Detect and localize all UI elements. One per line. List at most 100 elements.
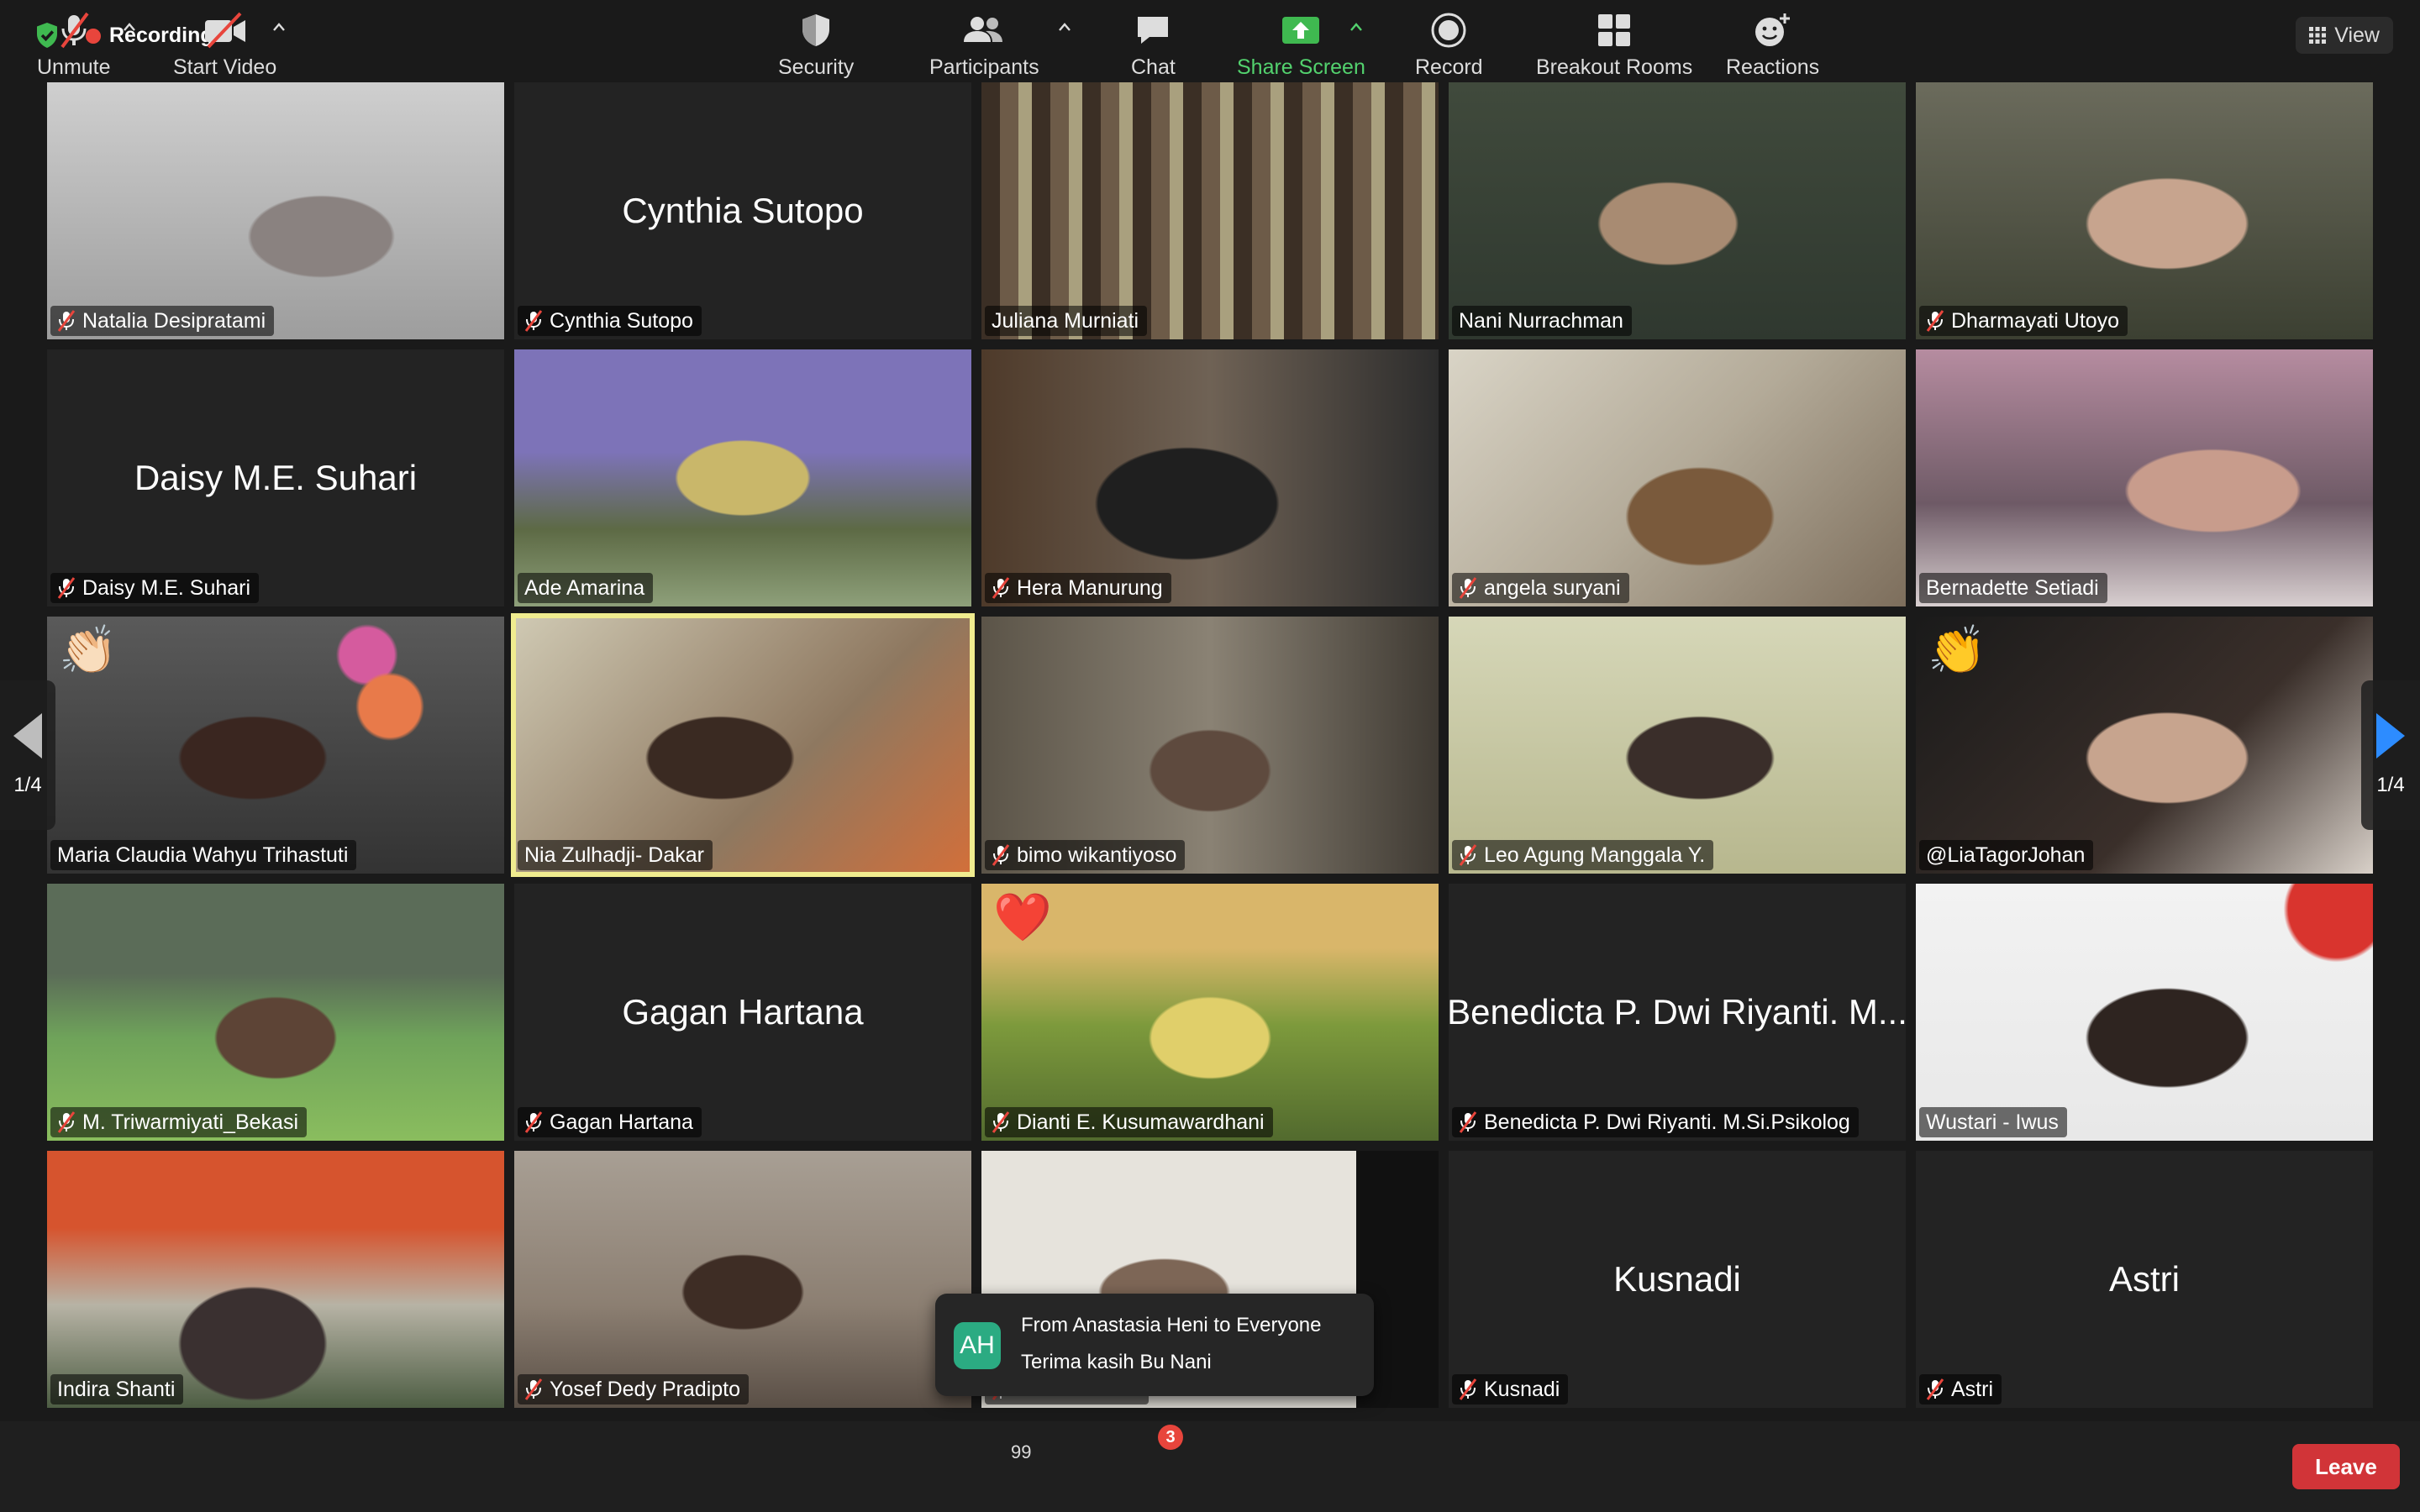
participant-tile[interactable]: angela suryani [1449,349,1906,606]
participant-tile[interactable]: Astri Astri [1916,1151,2373,1408]
video-feed [514,617,971,874]
record-icon [1431,13,1466,48]
video-feed [1449,349,1906,606]
breakout-rooms-label: Breakout Rooms [1536,55,1693,79]
microphone-muted-icon [992,844,1010,866]
participants-button[interactable]: Participants [929,12,1039,80]
participant-tile[interactable]: Gagan Hartana Gagan Hartana [514,884,971,1141]
participant-name-label: M. Triwarmiyati_Bekasi [50,1107,307,1137]
video-feed [1916,82,2373,339]
chat-notification[interactable]: AH From Anastasia Heni to Everyone Terim… [935,1294,1374,1396]
share-screen-button[interactable]: Share Screen [1237,12,1365,80]
participant-tile[interactable]: Cynthia Sutopo Cynthia Sutopo [514,82,971,339]
video-feed [47,82,504,339]
participant-name: Gagan Hartana [550,1110,693,1134]
participant-name-label: Natalia Desipratami [50,306,275,336]
microphone-muted-icon [1926,1378,1944,1400]
participant-name-large: Daisy M.E. Suhari [134,458,418,497]
reaction-emoji: ❤️ [993,890,1052,943]
breakout-rooms-button[interactable]: Breakout Rooms [1536,12,1692,80]
participant-name: Nia Zulhadji- Dakar [524,843,704,867]
participant-name-label: Bernadette Setiadi [1919,573,2107,603]
participant-tile[interactable]: Wustari - Iwus [1916,884,2373,1141]
participant-name: Indira Shanti [57,1377,176,1401]
chevron-up-icon[interactable] [1058,22,1071,32]
participant-name-label: Kusnadi [1452,1374,1569,1404]
participant-tile[interactable]: Leo Agung Manggala Y. [1449,617,1906,874]
microphone-muted-icon [1459,1111,1477,1133]
participant-name: Cynthia Sutopo [550,308,693,333]
chevron-up-icon[interactable] [123,22,136,32]
chat-icon [1138,17,1169,44]
participant-tile[interactable]: Dharmayati Utoyo [1916,82,2373,339]
view-label: View [2334,23,2380,47]
gallery-grid: Natalia Desipratami Cynthia Sutopo Cynthia… [47,82,2373,1408]
start-video-button[interactable]: Start Video [173,12,276,80]
participant-name-label: Ade Amarina [518,573,654,603]
participant-name: Kusnadi [1484,1377,1560,1401]
participant-name: Leo Agung Manggala Y. [1484,843,1706,867]
view-button[interactable]: View [2296,17,2393,54]
participant-tile[interactable]: Kusnadi Kusnadi [1449,1151,1906,1408]
participant-tile[interactable]: Nani Nurrachman [1449,82,1906,339]
video-feed [981,617,1439,874]
participant-tile[interactable]: 👏🏻 Maria Claudia Wahyu Trihastuti [47,617,504,874]
participant-tile[interactable]: Indira Shanti [47,1151,504,1408]
participant-name-label: Indira Shanti [50,1374,184,1404]
microphone-muted-icon [992,577,1010,599]
microphone-muted-icon [57,310,76,332]
chat-label: Chat [1131,55,1176,79]
participant-tile[interactable]: Bernadette Setiadi [1916,349,2373,606]
top-bar: Recording View [0,0,2420,71]
participant-name-label: Nia Zulhadji- Dakar [518,840,713,870]
participant-tile[interactable]: 👏 @LiaTagorJohan [1916,617,2373,874]
participant-tile[interactable]: Natalia Desipratami [47,82,504,339]
breakout-rooms-icon [1598,14,1631,46]
participant-name-label: Dianti E. Kusumawardhani [985,1107,1273,1137]
next-page-button[interactable]: 1/4 [2361,680,2420,830]
participant-tile[interactable]: M. Triwarmiyati_Bekasi [47,884,504,1141]
participant-name-large: Kusnadi [1613,1259,1741,1299]
chat-message: Terima kasih Bu Nani [1021,1351,1212,1373]
participant-name-label: Gagan Hartana [518,1107,702,1137]
participant-tile[interactable]: Nia Zulhadji- Dakar [511,613,975,877]
record-button[interactable]: Record [1415,12,1483,80]
participant-name: Maria Claudia Wahyu Trihastuti [57,843,349,867]
participant-name: Nani Nurrachman [1459,308,1623,333]
participant-tile[interactable]: Juliana Murniati [981,82,1439,339]
leave-button[interactable]: Leave [2292,1444,2400,1489]
security-button[interactable]: Security [778,12,854,80]
participant-name-label: Hera Manurung [985,573,1171,603]
unmute-button[interactable]: Unmute [37,12,111,80]
participant-name-label: Leo Agung Manggala Y. [1452,840,1714,870]
chat-unread-badge: 3 [1158,1425,1183,1450]
participant-tile[interactable]: Hera Manurung [981,349,1439,606]
participant-tile[interactable]: ❤️ Dianti E. Kusumawardhani [981,884,1439,1141]
participant-name: Hera Manurung [1017,575,1163,600]
participant-tile[interactable]: Yosef Dedy Pradipto [514,1151,971,1408]
participants-label: Participants [929,55,1039,79]
participant-name-large: Benedicta P. Dwi Riyanti. M... [1449,992,1906,1032]
participant-tile[interactable]: Benedicta P. Dwi Riyanti. M... Benedicta … [1449,884,1906,1141]
participant-name: Astri [1951,1377,1993,1401]
participant-name-label: Maria Claudia Wahyu Trihastuti [50,840,357,870]
chat-button[interactable]: Chat [1131,12,1176,80]
chevron-up-icon[interactable] [1349,22,1363,32]
chevron-up-icon[interactable] [272,22,286,32]
reactions-button[interactable]: Reactions [1726,12,1819,80]
participant-tile[interactable]: Ade Amarina [514,349,971,606]
video-feed [514,1151,971,1408]
participant-tile[interactable]: bimo wikantiyoso [981,617,1439,874]
avatar: AH [954,1322,1001,1369]
video-feed [981,82,1439,339]
previous-page-button[interactable]: 1/4 [0,680,55,830]
participant-name: Natalia Desipratami [82,308,266,333]
participant-name-label: Daisy M.E. Suhari [50,573,260,603]
microphone-muted-icon [524,1111,543,1133]
page-indicator-right: 1/4 [2376,774,2405,796]
participant-count: 99 [1011,1441,1032,1462]
participant-name: Dianti E. Kusumawardhani [1017,1110,1265,1134]
arrow-right-icon [2376,713,2405,759]
microphone-muted-icon [524,1378,543,1400]
participant-tile[interactable]: Daisy M.E. Suhari Daisy M.E. Suhari [47,349,504,606]
